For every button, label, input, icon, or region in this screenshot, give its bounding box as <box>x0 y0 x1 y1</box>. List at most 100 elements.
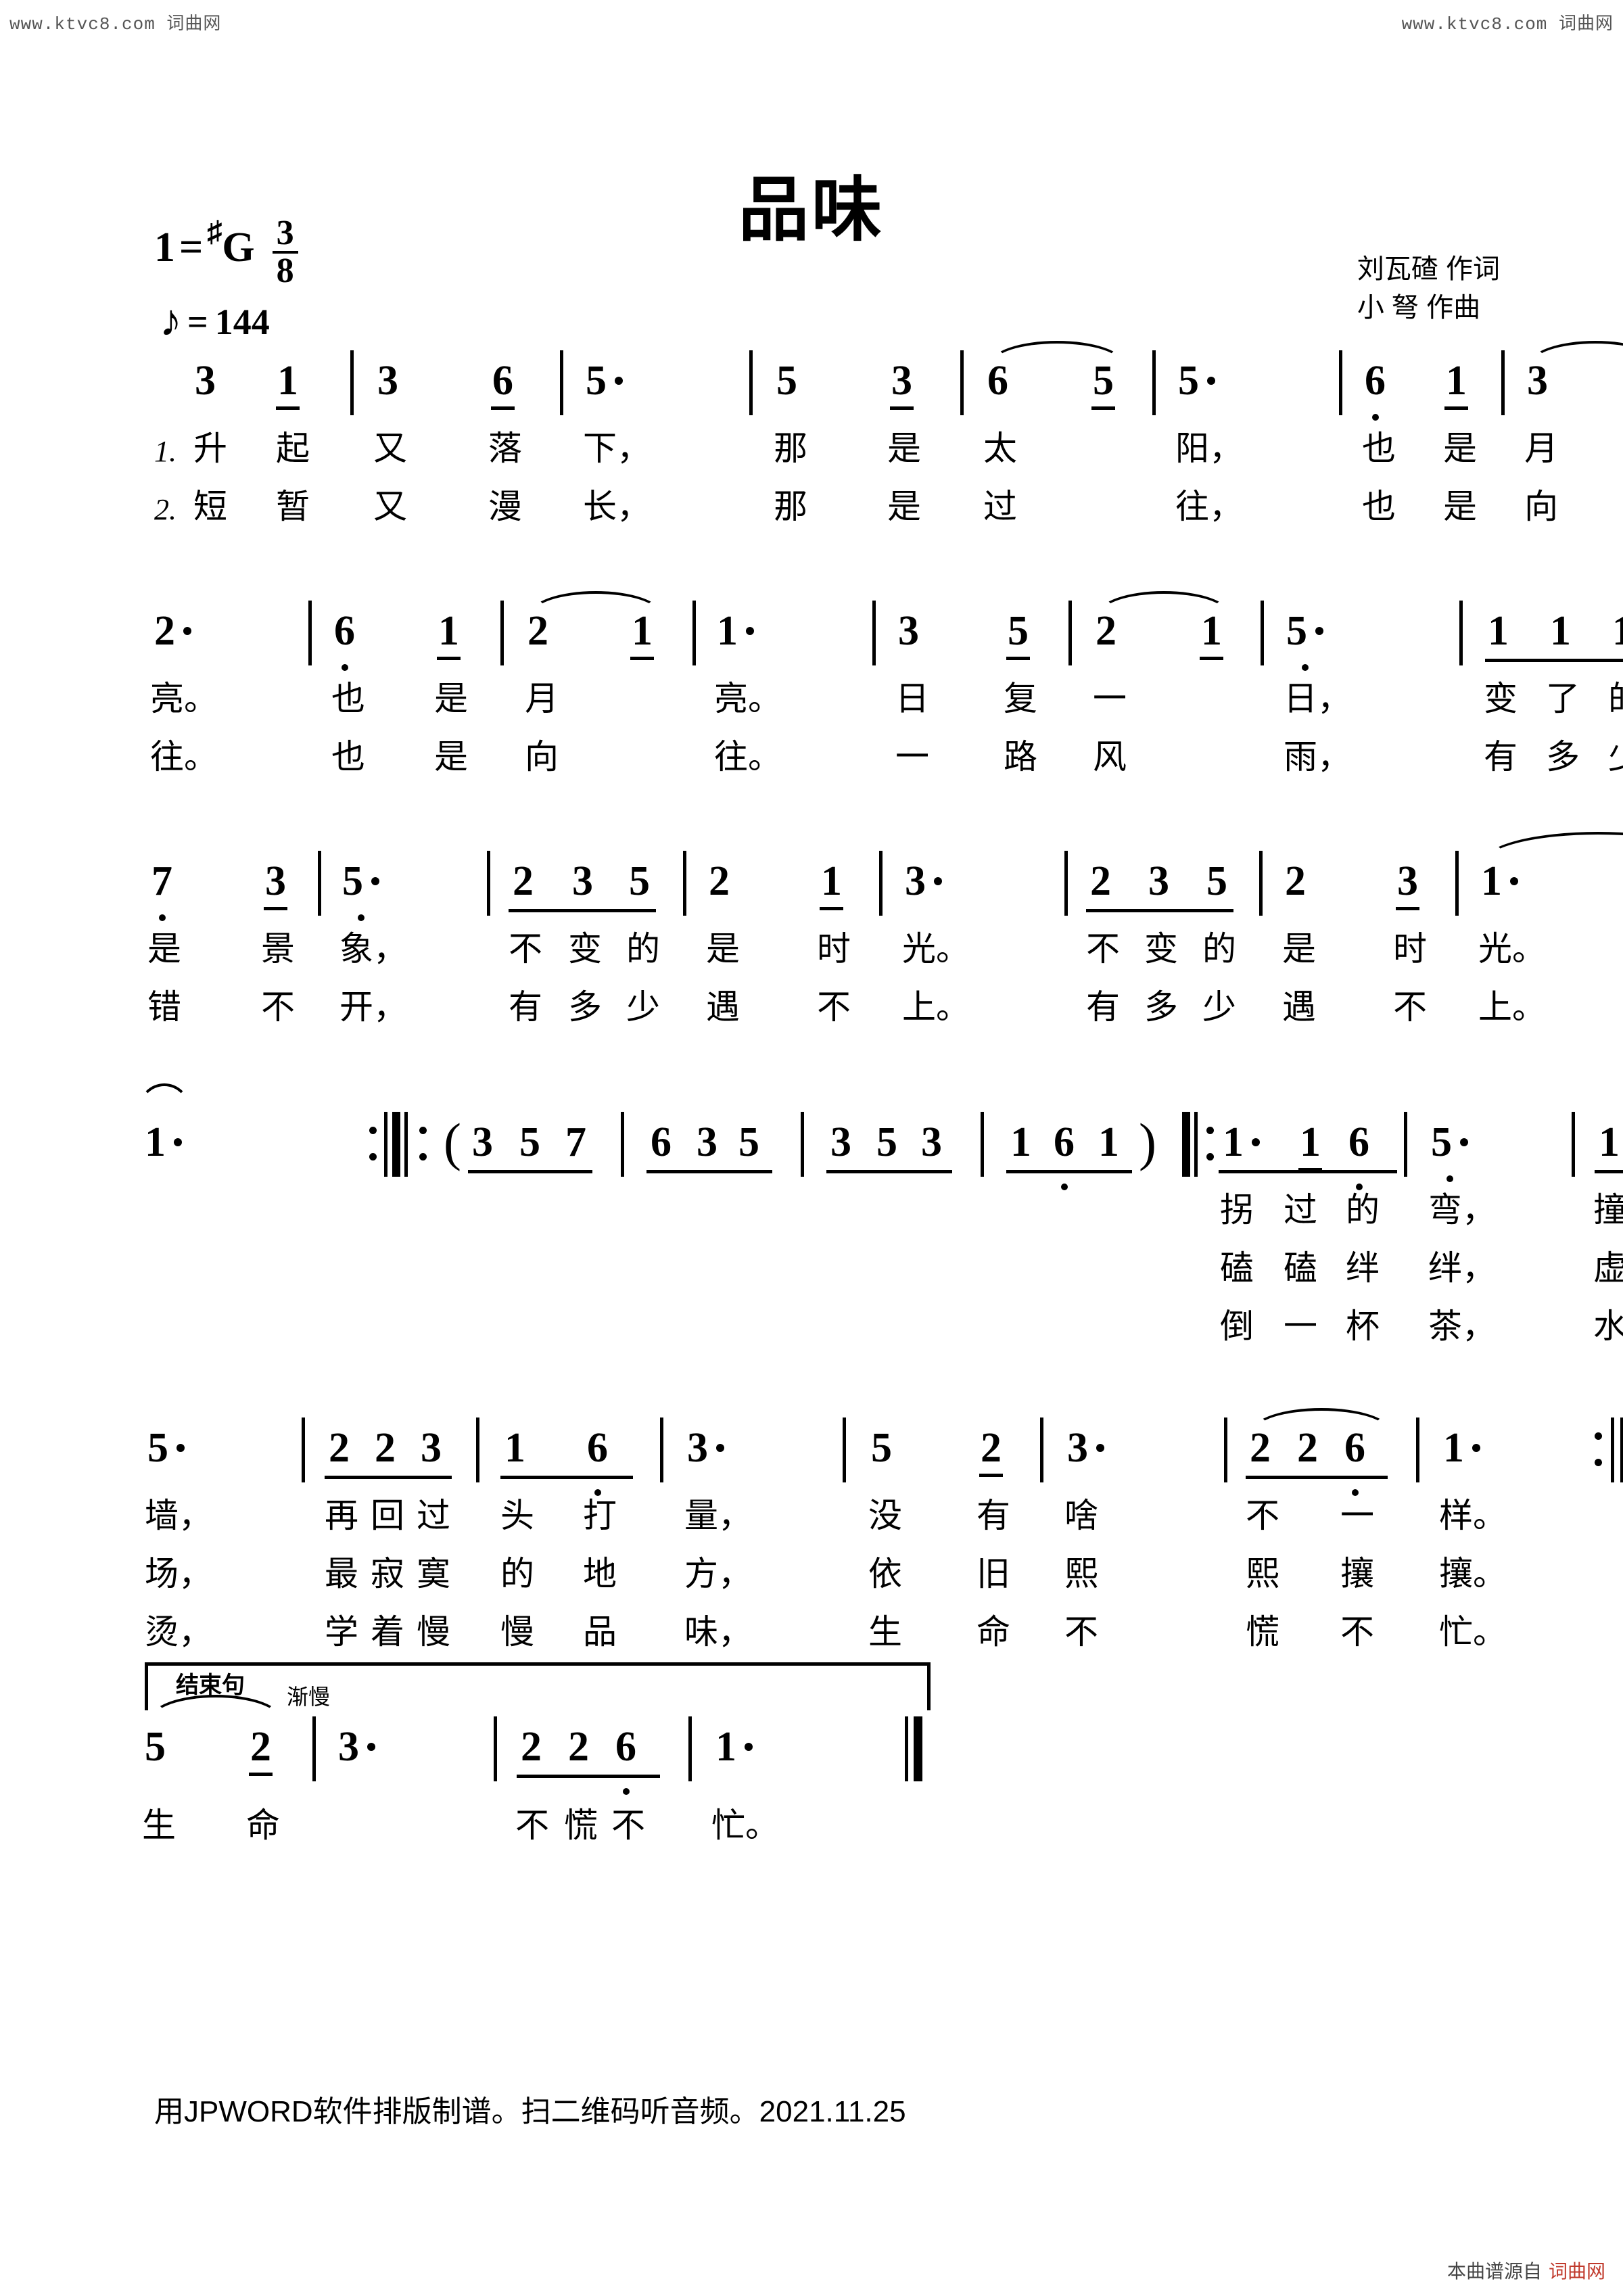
lyric-char: 雨， <box>1284 738 1351 776</box>
lyric-char: 变 <box>568 930 602 968</box>
meter-denominator: 8 <box>276 251 294 290</box>
ritardando-mark: 渐慢 <box>287 1685 331 1709</box>
note: 5 <box>776 358 797 404</box>
note: 1 <box>1550 608 1571 654</box>
lyric-char: 的 <box>626 930 660 968</box>
beam <box>1485 659 1623 662</box>
augmentation-dot <box>1252 1138 1260 1146</box>
lyric-char: 有 <box>1484 738 1518 776</box>
lyric-char: 生 <box>142 1806 176 1844</box>
note: 3 <box>687 1427 724 1469</box>
note: 6 <box>1365 360 1386 421</box>
augmentation-dot <box>745 1743 753 1751</box>
lyric-char: 地 <box>583 1555 617 1593</box>
barline <box>1572 1112 1575 1177</box>
beam <box>1006 1170 1132 1173</box>
note: 2 <box>1297 1425 1318 1471</box>
augmentation-dot <box>183 627 191 635</box>
beam <box>325 1476 452 1479</box>
lyrics-row-verse2: 磕 磕 绊 绊， 虚 惊 几 <box>154 1246 1623 1304</box>
note: 6 <box>1344 1427 1365 1496</box>
notation-row: 1 ( 3 5 7 6 3 5 3 5 3 1 6 1 ) 1 1 6 5 1 <box>138 1083 1623 1190</box>
lyric-char: 遇 <box>706 988 740 1026</box>
lyric-char: 旧 <box>977 1555 1010 1593</box>
barline <box>1259 851 1263 916</box>
barline <box>621 1112 624 1177</box>
composer-credit: 小 弩 作曲 <box>1357 292 1481 323</box>
octave-low-dot <box>357 914 364 921</box>
octave-low-dot <box>1301 664 1309 671</box>
lyric-char: 变 <box>1484 680 1518 718</box>
beam <box>1595 1170 1623 1173</box>
barline <box>476 1418 479 1482</box>
note: 5 <box>519 1119 540 1165</box>
key-signature: 1 = ♯ G 3 8 <box>154 216 298 297</box>
key-name: G <box>222 225 255 271</box>
note: 2 <box>513 858 534 904</box>
lyric-char: 不 <box>611 1806 645 1844</box>
lyric-char: 暂 <box>276 488 310 525</box>
barline <box>801 1112 804 1177</box>
lyric-char: 又 <box>373 488 407 525</box>
slur <box>1484 832 1623 862</box>
lyric-char: 慌 <box>1246 1613 1279 1651</box>
note: 1 <box>1223 1121 1260 1163</box>
note: 6 <box>491 358 515 410</box>
augmentation-dot <box>746 627 754 635</box>
lyric-char: 起 <box>276 429 310 467</box>
note: 5 <box>738 1119 759 1165</box>
note: 1 <box>504 1425 525 1471</box>
music-system-1: 3 1 3 6 5 5 3 6 5 5 6 1 3 2 1. 升 起 又 落 下… <box>0 341 1623 542</box>
note: 1 <box>437 608 461 660</box>
note: 5 <box>1286 610 1323 671</box>
notation-row: 3 1 3 6 5 5 3 6 5 5 6 1 3 2 <box>154 341 1623 426</box>
augmentation-dot <box>177 1444 185 1452</box>
lyric-char: 忙。 <box>1439 1613 1507 1651</box>
lyric-char: 日 <box>895 680 929 718</box>
lyric-char: 不 <box>261 988 295 1026</box>
credits: 刘瓦碴 作词 小 弩 作曲 <box>1357 250 1500 327</box>
lyric-char: 啥 <box>1064 1497 1098 1534</box>
barline <box>1404 1112 1407 1177</box>
lyric-char: 时 <box>1393 930 1427 968</box>
lyric-char: 命 <box>977 1613 1010 1651</box>
lyric-char: 也 <box>1362 429 1396 467</box>
note: 1 <box>1444 358 1468 410</box>
slur <box>1252 1408 1390 1431</box>
barline <box>1455 851 1459 916</box>
note: 3 <box>1527 358 1548 404</box>
note: 3 <box>472 1119 493 1165</box>
note: 3 <box>905 860 942 902</box>
lyrics-row-verse1: 亮。 也 是 月 亮。 日 复 一 日， 变 了 的 <box>150 676 1623 734</box>
note: 1 <box>1098 1119 1119 1165</box>
watermark-bottom-accent: 词曲网 <box>1548 2261 1605 2282</box>
note: 3 <box>1396 858 1419 910</box>
key-tempo-block: 1 = ♯ G 3 8 ♪ = 144 <box>154 216 298 344</box>
watermark-top-right: www.ktvc8.com 词曲网 <box>1401 14 1614 34</box>
octave-low-dot <box>1446 1175 1453 1182</box>
lyric-char: 有 <box>509 988 542 1026</box>
note: 5 <box>1431 1121 1468 1182</box>
lyric-char: 错 <box>147 988 181 1026</box>
lyric-char: 一 <box>1340 1497 1374 1534</box>
beam <box>517 1775 660 1778</box>
sharp-icon: ♯ <box>207 215 222 248</box>
barline <box>1459 601 1463 665</box>
octave-low-dot <box>622 1788 630 1795</box>
augmentation-dot <box>1096 1444 1104 1452</box>
lyric-char: 多 <box>568 988 602 1026</box>
lyric-char: 弯， <box>1428 1191 1496 1229</box>
lyric-char: 生 <box>868 1613 902 1651</box>
lyric-char: 一 <box>895 738 929 776</box>
notation-row: 2 6 1 2 1 1 3 5 2 1 5 1 1 1 <box>154 591 1623 676</box>
augmentation-dot <box>1460 1138 1468 1146</box>
note: 5 <box>871 1425 892 1471</box>
lyric-char: 不 <box>817 988 851 1026</box>
final-barline <box>905 1716 925 1781</box>
lyric-char: 是 <box>147 930 181 968</box>
lyric-char: 命 <box>246 1806 280 1844</box>
lyrics-row-verse2: 往。 也 是 向 往。 一 路 风 雨， 有 多 少 <box>150 734 1623 793</box>
note: 2 <box>1096 608 1116 654</box>
notation-row: 5 2 2 3 1 6 3 5 2 3 2 2 6 1 <box>147 1408 1623 1496</box>
lyric-char: 的 <box>1346 1191 1380 1229</box>
